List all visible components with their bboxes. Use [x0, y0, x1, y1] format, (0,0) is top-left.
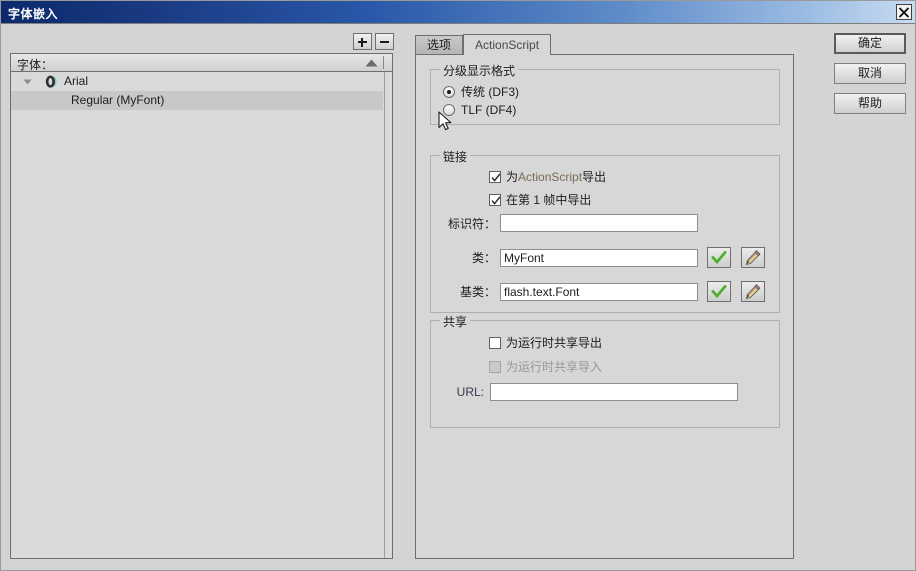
- checkbox-indicator[interactable]: [489, 193, 501, 206]
- column-separator: [383, 56, 384, 69]
- actionscript-panel: 分级显示格式 传统 (DF3) TLF (DF4) 链接 为 ActionScr…: [415, 54, 794, 559]
- dialog-buttons: 确定 取消 帮助: [834, 33, 906, 123]
- close-button[interactable]: [896, 4, 912, 20]
- close-icon: [898, 7, 910, 18]
- radio-label: 传统 (DF3): [461, 85, 519, 99]
- class-input[interactable]: [500, 248, 698, 267]
- tab-bar: 选项 ActionScript: [415, 34, 552, 55]
- sharing-group: 共享 为运行时共享导出 为运行时共享导入 URL:: [430, 313, 780, 428]
- class-field-row: 类：: [441, 247, 781, 268]
- pencil-icon: [745, 250, 761, 266]
- tab-actionscript[interactable]: ActionScript: [463, 34, 552, 55]
- radio-indicator[interactable]: [443, 85, 455, 98]
- font-column-header: 字体：: [17, 58, 54, 72]
- ok-button[interactable]: 确定: [834, 33, 906, 54]
- font-list-body: Arial Regular (MyFont): [11, 72, 383, 558]
- remove-font-button[interactable]: −: [375, 33, 394, 50]
- validate-class-button[interactable]: [707, 247, 731, 268]
- checkbox-label: 在第 1 帧中导出: [506, 193, 592, 207]
- checkbox-indicator[interactable]: [489, 170, 501, 183]
- base-class-label: 基类：: [459, 285, 496, 299]
- outline-format-legend: 分级显示格式: [440, 62, 519, 79]
- url-label: URL:: [456, 385, 484, 399]
- checkbox-label-prefix: 为: [506, 170, 519, 184]
- window-title: 字体嵌入: [8, 7, 59, 21]
- list-item[interactable]: Arial: [11, 72, 383, 91]
- identifier-label: 标识符：: [447, 216, 496, 231]
- green-check-icon: [711, 284, 727, 299]
- font-embedding-dialog: 字体嵌入 + − 字体：: [0, 0, 916, 571]
- checkbox-label-actionscript: ActionScript: [518, 169, 583, 184]
- class-label: 类：: [471, 251, 496, 265]
- radio-classic-df3[interactable]: 传统 (DF3): [443, 83, 519, 100]
- edit-base-class-button[interactable]: [741, 281, 765, 302]
- check-icon: [491, 195, 501, 205]
- list-item-label: Regular (MyFont): [71, 93, 165, 107]
- font-list-toolbar: + −: [353, 33, 394, 50]
- checkbox-label: 为运行时共享导入: [506, 360, 603, 374]
- checkbox-indicator: [489, 360, 501, 373]
- font-list-header[interactable]: 字体：: [11, 54, 392, 72]
- check-icon: [491, 172, 501, 182]
- green-check-icon: [711, 250, 727, 265]
- radio-tlf-df4[interactable]: TLF (DF4): [443, 103, 516, 117]
- linkage-legend: 链接: [440, 148, 471, 165]
- identifier-input[interactable]: [500, 214, 698, 232]
- url-input[interactable]: [490, 383, 738, 401]
- checkbox-export-in-frame-1[interactable]: 在第 1 帧中导出: [489, 191, 591, 208]
- chevron-down-icon[interactable]: [23, 79, 32, 85]
- tab-options[interactable]: 选项: [415, 35, 464, 55]
- radio-indicator[interactable]: [443, 104, 455, 116]
- font-list-scrollbar[interactable]: [384, 72, 392, 558]
- cancel-button[interactable]: 取消: [834, 63, 906, 84]
- opentype-font-icon: [45, 75, 57, 88]
- linkage-group: 链接 为 ActionScript 导出 在第 1 帧中导出 标识符： 类： M…: [430, 148, 781, 313]
- outline-format-group: 分级显示格式 传统 (DF3) TLF (DF4): [430, 62, 780, 125]
- font-list[interactable]: 字体： Arial Regular (MyFont): [10, 53, 393, 559]
- edit-class-button[interactable]: [741, 247, 765, 268]
- validate-base-class-button[interactable]: [707, 281, 731, 302]
- checkbox-import-for-runtime-sharing: 为运行时共享导入: [489, 358, 602, 375]
- url-field-row: URL:: [450, 383, 770, 401]
- sort-ascending-icon[interactable]: [365, 59, 378, 67]
- title-bar: 字体嵌入: [1, 1, 915, 24]
- identifier-field-row: 标识符：: [441, 214, 771, 232]
- help-button[interactable]: 帮助: [834, 93, 906, 114]
- checkbox-label: 为运行时共享导出: [506, 336, 603, 350]
- base-class-input[interactable]: [500, 282, 698, 301]
- radio-label: TLF (DF4): [461, 103, 517, 117]
- list-item[interactable]: Regular (MyFont): [11, 91, 383, 110]
- base-class-field-row: 基类：: [441, 281, 781, 302]
- checkbox-indicator[interactable]: [489, 336, 501, 349]
- checkbox-export-for-actionscript[interactable]: 为 ActionScript 导出: [489, 168, 606, 185]
- checkbox-label-suffix: 导出: [582, 170, 607, 184]
- checkbox-export-for-runtime-sharing[interactable]: 为运行时共享导出: [489, 334, 602, 351]
- pencil-icon: [745, 284, 761, 300]
- sharing-legend: 共享: [440, 313, 471, 330]
- add-font-button[interactable]: +: [353, 33, 372, 50]
